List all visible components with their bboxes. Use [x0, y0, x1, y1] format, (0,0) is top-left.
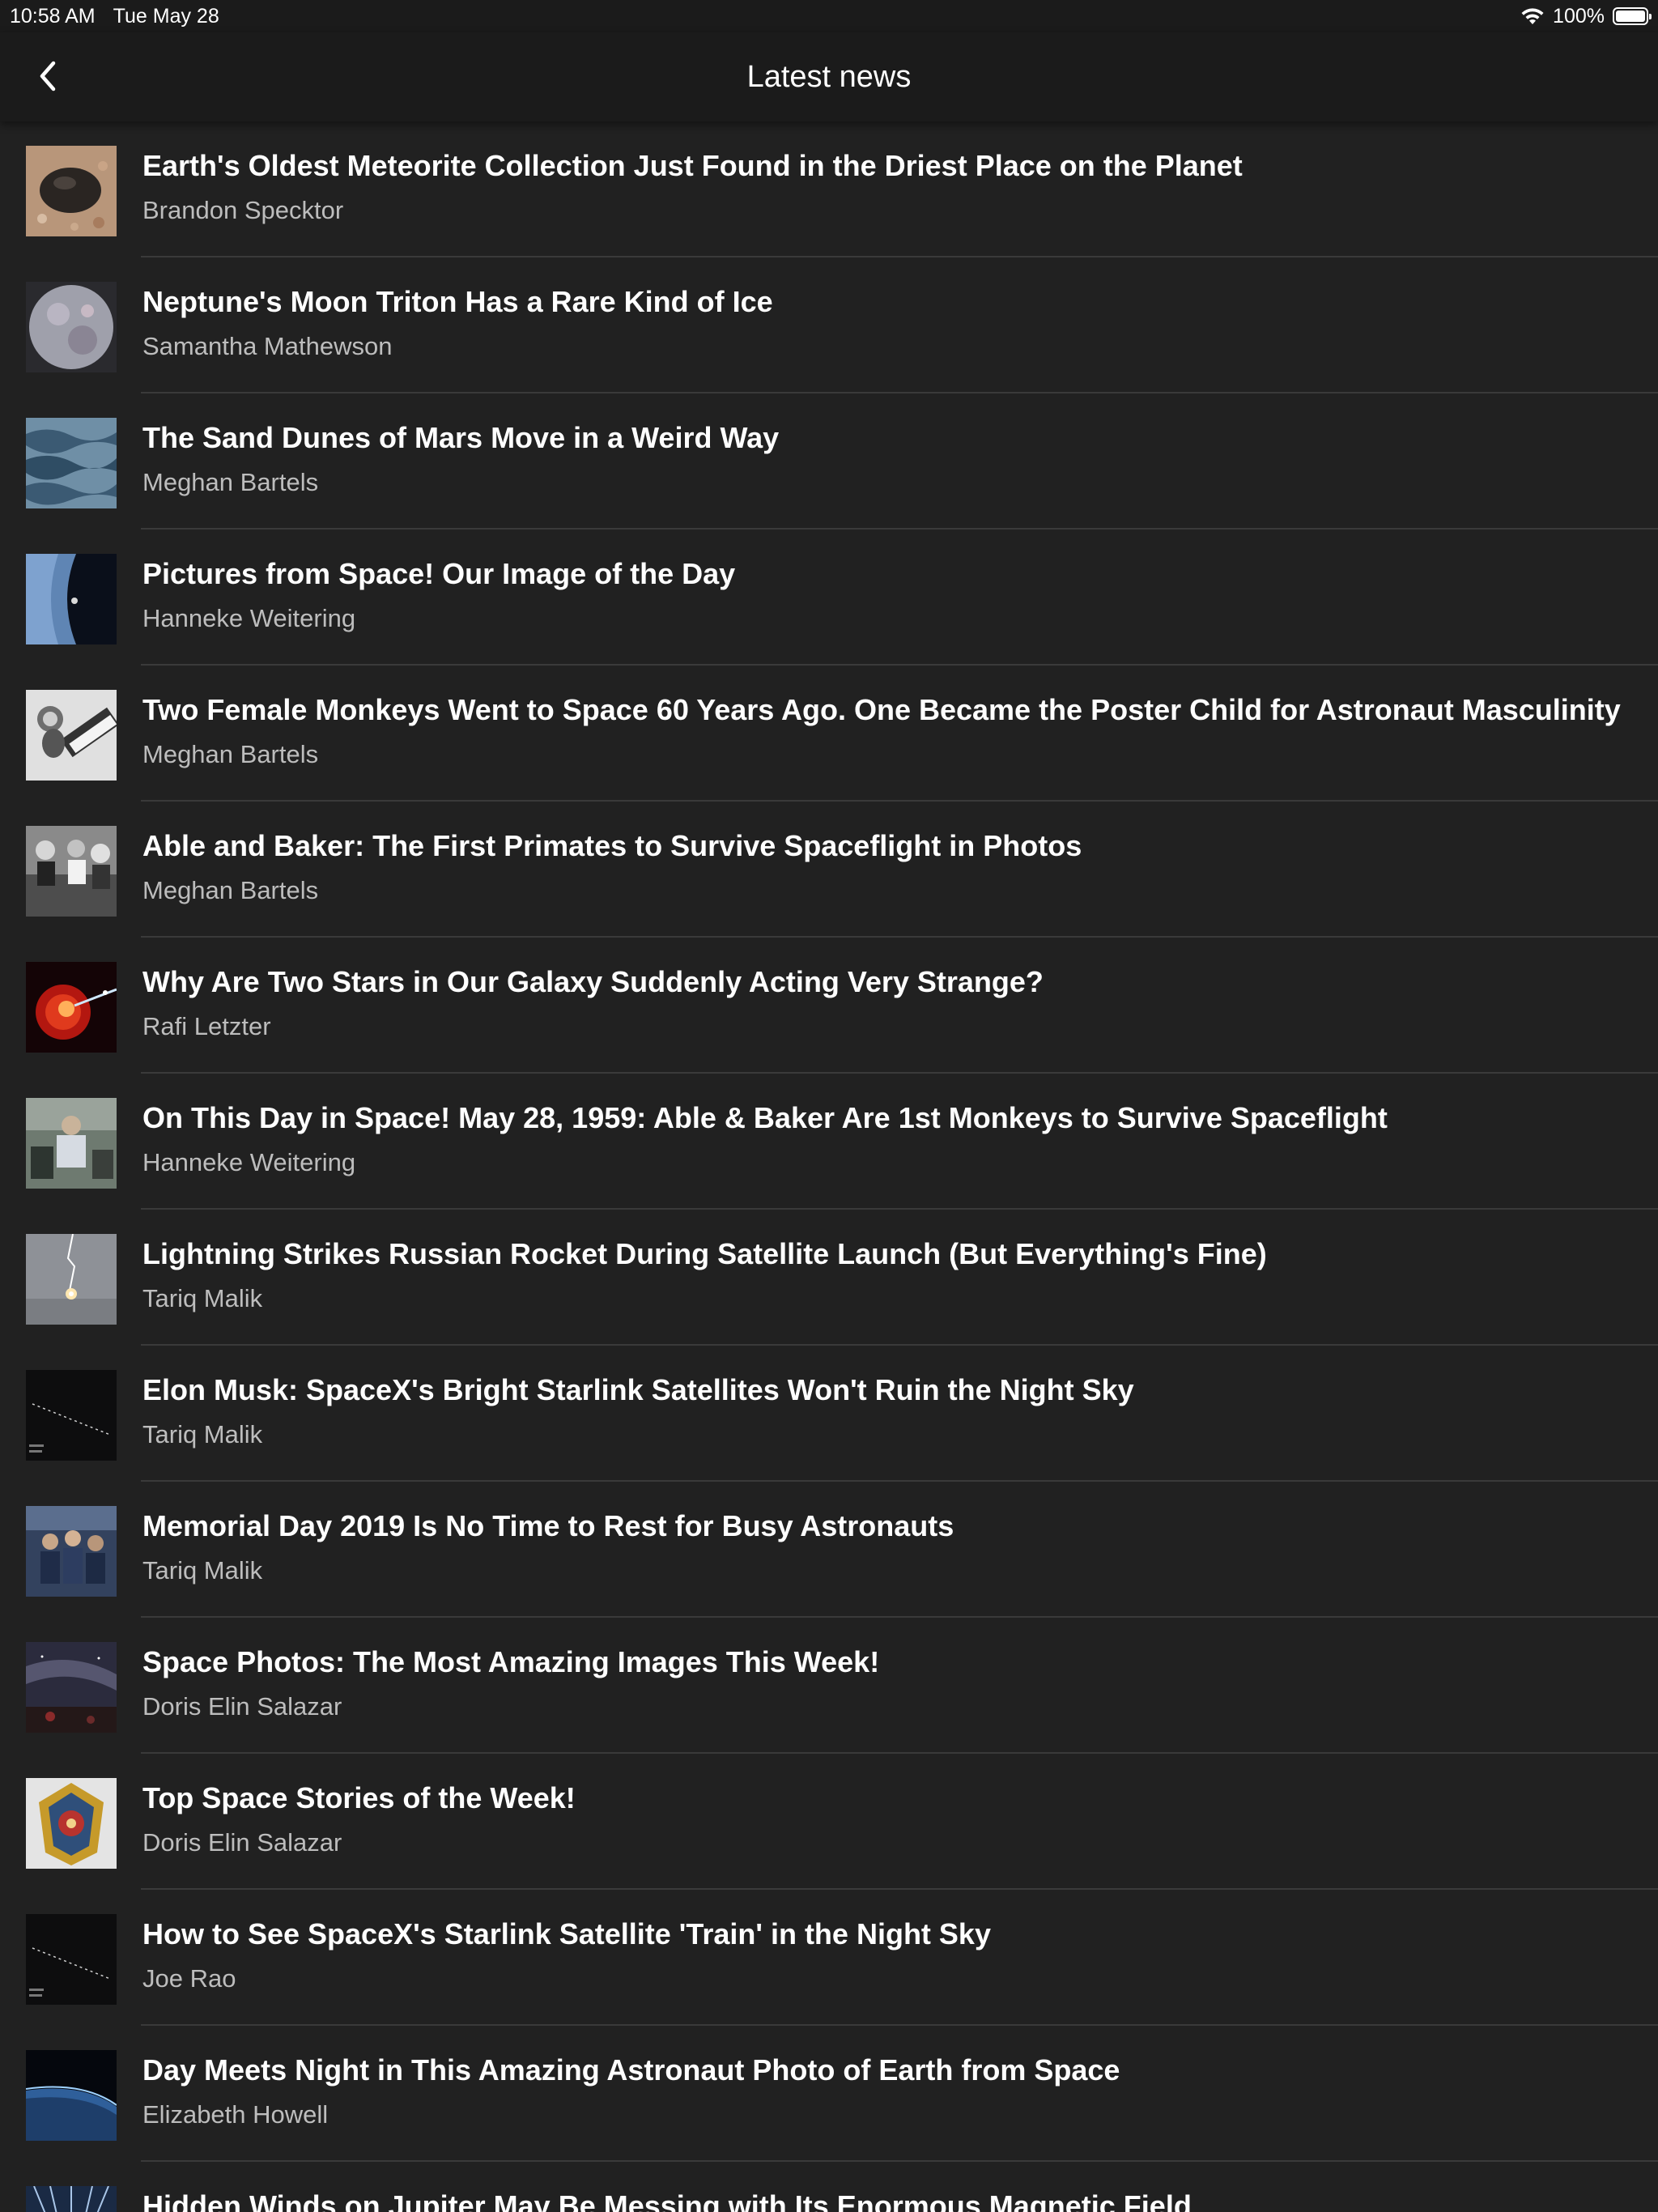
article-title: The Sand Dunes of Mars Move in a Weird W… — [142, 421, 780, 454]
article-title: Able and Baker: The First Primates to Su… — [142, 829, 1082, 862]
article-author: Doris Elin Salazar — [142, 1692, 342, 1721]
article-thumbnail — [26, 1234, 117, 1325]
status-left: 10:58 AM Tue May 28 — [10, 5, 219, 28]
battery-percent: 100% — [1553, 4, 1605, 28]
article-title: Lightning Strikes Russian Rocket During … — [142, 1237, 1267, 1270]
article-thumbnail — [26, 1098, 117, 1189]
article-thumbnail — [26, 1778, 117, 1869]
article-author: Doris Elin Salazar — [142, 1828, 342, 1857]
news-list-item[interactable]: Two Female Monkeys Went to Space 60 Year… — [0, 666, 1658, 802]
article-author: Brandon Specktor — [142, 196, 344, 224]
news-list: Earth's Oldest Meteorite Collection Just… — [0, 121, 1658, 2212]
news-list-item[interactable]: Top Space Stories of the Week! Doris Elin… — [0, 1754, 1658, 1890]
news-list-item[interactable]: How to See SpaceX's Starlink Satellite '… — [0, 1890, 1658, 2026]
article-thumbnail — [26, 1370, 117, 1461]
article-title: Neptune's Moon Triton Has a Rare Kind of… — [142, 285, 773, 318]
chevron-left-icon — [40, 61, 56, 91]
status-date: Tue May 28 — [113, 4, 219, 28]
article-thumbnail — [26, 282, 117, 372]
article-thumbnail — [26, 690, 117, 781]
news-list-item[interactable]: The Sand Dunes of Mars Move in a Weird W… — [0, 393, 1658, 530]
article-title: Two Female Monkeys Went to Space 60 Year… — [142, 693, 1621, 726]
article-thumbnail — [26, 2186, 117, 2212]
article-thumbnail — [26, 146, 117, 236]
article-author: Samantha Mathewson — [142, 332, 393, 360]
article-author: Joe Rao — [142, 1964, 236, 1993]
article-title: Top Space Stories of the Week! — [142, 1781, 576, 1814]
article-thumbnail — [26, 2050, 117, 2141]
article-author: Meghan Bartels — [142, 468, 319, 496]
article-author: Hanneke Weitering — [142, 604, 356, 632]
article-author: Hanneke Weitering — [142, 1148, 356, 1176]
article-title: Why Are Two Stars in Our Galaxy Suddenly… — [142, 965, 1044, 998]
article-title: On This Day in Space! May 28, 1959: Able… — [142, 1101, 1388, 1134]
article-title: How to See SpaceX's Starlink Satellite '… — [142, 1917, 991, 1950]
article-thumbnail — [26, 554, 117, 644]
battery-icon — [1613, 7, 1652, 25]
article-title: Pictures from Space! Our Image of the Da… — [142, 557, 736, 590]
status-right: 100% — [1520, 4, 1652, 28]
news-list-item[interactable]: Memorial Day 2019 Is No Time to Rest for… — [0, 1482, 1658, 1618]
news-list-item[interactable]: Elon Musk: SpaceX's Bright Starlink Sate… — [0, 1346, 1658, 1482]
article-title: Memorial Day 2019 Is No Time to Rest for… — [142, 1509, 954, 1542]
news-list-item[interactable]: Able and Baker: The First Primates to Su… — [0, 802, 1658, 938]
article-thumbnail — [26, 1506, 117, 1597]
back-button[interactable] — [24, 52, 73, 100]
article-title: Day Meets Night in This Amazing Astronau… — [142, 2053, 1120, 2087]
news-list-item[interactable]: Hidden Winds on Jupiter May Be Messing w… — [0, 2162, 1658, 2212]
news-list-item[interactable]: Neptune's Moon Triton Has a Rare Kind of… — [0, 257, 1658, 393]
article-thumbnail — [26, 826, 117, 917]
news-list-item[interactable]: Day Meets Night in This Amazing Astronau… — [0, 2026, 1658, 2162]
news-list-item[interactable]: Space Photos: The Most Amazing Images Th… — [0, 1618, 1658, 1754]
article-author: Rafi Letzter — [142, 1012, 271, 1040]
article-title: Hidden Winds on Jupiter May Be Messing w… — [142, 2189, 1192, 2212]
news-list-item[interactable]: Why Are Two Stars in Our Galaxy Suddenly… — [0, 938, 1658, 1074]
navigation-bar: Latest news — [0, 32, 1658, 121]
article-author: Elizabeth Howell — [142, 2100, 329, 2129]
news-list-item[interactable]: Pictures from Space! Our Image of the Da… — [0, 530, 1658, 666]
article-thumbnail — [26, 1914, 117, 2005]
status-bar: 10:58 AM Tue May 28 100% — [0, 0, 1658, 32]
news-list-item[interactable]: Lightning Strikes Russian Rocket During … — [0, 1210, 1658, 1346]
article-thumbnail — [26, 1642, 117, 1733]
app-screen: 10:58 AM Tue May 28 100% Latest news Ear… — [0, 0, 1658, 2212]
article-author: Tariq Malik — [142, 1284, 263, 1312]
article-author: Tariq Malik — [142, 1556, 263, 1585]
article-title: Elon Musk: SpaceX's Bright Starlink Sate… — [142, 1373, 1134, 1406]
article-thumbnail — [26, 962, 117, 1053]
news-list-item[interactable]: On This Day in Space! May 28, 1959: Able… — [0, 1074, 1658, 1210]
status-time: 10:58 AM — [10, 4, 96, 28]
article-author: Meghan Bartels — [142, 740, 319, 768]
article-author: Meghan Bartels — [142, 876, 319, 904]
page-title: Latest news — [746, 59, 912, 94]
wifi-icon — [1520, 7, 1545, 25]
news-list-item[interactable]: Earth's Oldest Meteorite Collection Just… — [0, 121, 1658, 257]
article-title: Space Photos: The Most Amazing Images Th… — [142, 1645, 880, 1678]
article-author: Tariq Malik — [142, 1420, 263, 1448]
article-title: Earth's Oldest Meteorite Collection Just… — [142, 149, 1243, 182]
article-thumbnail — [26, 418, 117, 508]
